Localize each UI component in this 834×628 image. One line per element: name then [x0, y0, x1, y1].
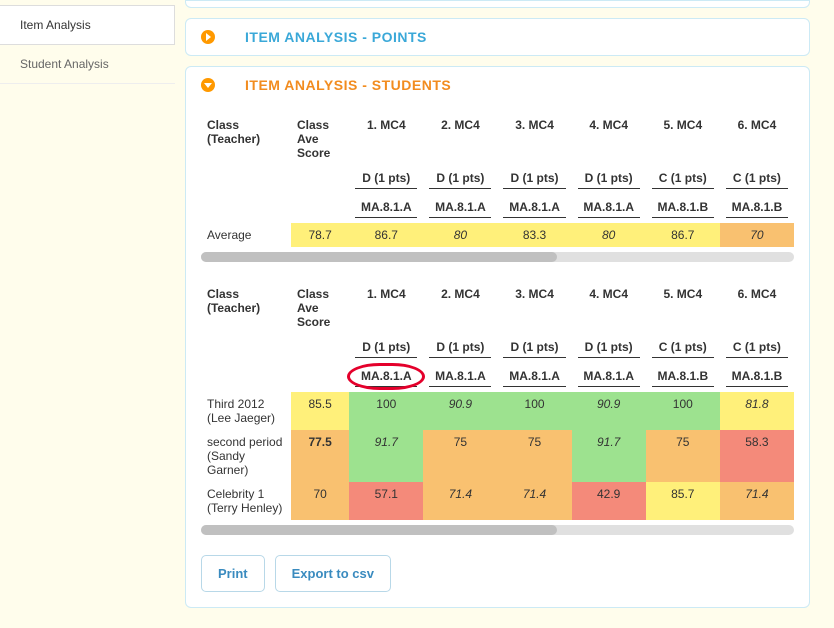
- std2-q1[interactable]: MA.8.1.A: [355, 369, 417, 387]
- cell-avg-score: 78.7: [291, 223, 349, 247]
- table-classes: Class (Teacher) Class Ave Score 1. MC4 2…: [201, 282, 794, 520]
- cell-class-1: second period (Sandy Garner): [201, 430, 291, 482]
- std-q6: MA.8.1.B: [726, 200, 788, 218]
- cell-class-2: Celebrity 1 (Terry Henley): [201, 482, 291, 520]
- cell-0-2: 100: [497, 392, 571, 430]
- cell-2-4: 85.7: [646, 482, 720, 520]
- key-q3: D (1 pts): [503, 171, 565, 189]
- cell-1-5: 58.3: [720, 430, 794, 482]
- chevron-right-icon: [201, 30, 215, 44]
- hdr-q4: 4. MC4: [572, 113, 646, 165]
- std-q4: MA.8.1.A: [578, 200, 640, 218]
- std2-q2[interactable]: MA.8.1.A: [429, 369, 491, 387]
- cell-2-0: 57.1: [349, 482, 423, 520]
- key2-q4: D (1 pts): [578, 340, 640, 358]
- hdr-q3: 3. MC4: [497, 113, 571, 165]
- print-button[interactable]: Print: [201, 555, 265, 592]
- hdr2-q2: 2. MC4: [423, 282, 497, 334]
- hdr2-q3: 3. MC4: [497, 282, 571, 334]
- key-q2: D (1 pts): [429, 171, 491, 189]
- hdr2-avg-score: Class Ave Score: [291, 282, 349, 334]
- cell-avg-5: 86.7: [646, 223, 720, 247]
- export-csv-button[interactable]: Export to csv: [275, 555, 391, 592]
- cell-avg-1: 86.7: [349, 223, 423, 247]
- hdr2-q5: 5. MC4: [646, 282, 720, 334]
- cell-avg-label: Average: [201, 223, 291, 247]
- table-row: Third 2012 (Lee Jaeger) 85.5 100 90.9 10…: [201, 392, 794, 430]
- panel-points-title: ITEM ANALYSIS - POINTS: [245, 29, 427, 45]
- panel-students-header[interactable]: ITEM ANALYSIS - STUDENTS: [186, 67, 809, 103]
- key2-q1: D (1 pts): [355, 340, 417, 358]
- key2-q6: C (1 pts): [726, 340, 788, 358]
- cell-score-0: 85.5: [291, 392, 349, 430]
- cell-0-0: 100: [349, 392, 423, 430]
- cell-1-0: 91.7: [349, 430, 423, 482]
- cell-0-1: 90.9: [423, 392, 497, 430]
- cell-score-2: 70: [291, 482, 349, 520]
- key-q6: C (1 pts): [726, 171, 788, 189]
- sidebar-item-student-analysis[interactable]: Student Analysis: [0, 45, 175, 84]
- sidebar-item-item-analysis[interactable]: Item Analysis: [0, 5, 175, 45]
- table-average: Class (Teacher) Class Ave Score 1. MC4 2…: [201, 113, 794, 247]
- cell-avg-4: 80: [572, 223, 646, 247]
- cell-score-1: 77.5: [291, 430, 349, 482]
- cell-2-2: 71.4: [497, 482, 571, 520]
- cell-0-5: 81.8: [720, 392, 794, 430]
- std2-q6[interactable]: MA.8.1.B: [726, 369, 788, 387]
- cell-1-1: 75: [423, 430, 497, 482]
- std-q3: MA.8.1.A: [503, 200, 565, 218]
- cell-1-4: 75: [646, 430, 720, 482]
- panel-students-title: ITEM ANALYSIS - STUDENTS: [245, 77, 451, 93]
- hdr2-q4: 4. MC4: [572, 282, 646, 334]
- cell-avg-6: 70: [720, 223, 794, 247]
- cell-2-3: 42.9: [572, 482, 646, 520]
- key-q5: C (1 pts): [652, 171, 714, 189]
- hdr2-q1: 1. MC4: [349, 282, 423, 334]
- cell-0-4: 100: [646, 392, 720, 430]
- std2-q3[interactable]: MA.8.1.A: [503, 369, 565, 387]
- row-average: Average 78.7 86.7 80 83.3 80 86.7 70: [201, 223, 794, 247]
- hdr2-class: Class (Teacher): [201, 282, 291, 334]
- sidebar: Item Analysis Student Analysis: [0, 0, 175, 628]
- cell-0-3: 90.9: [572, 392, 646, 430]
- panel-students: ITEM ANALYSIS - STUDENTS Class (Teacher)…: [185, 66, 810, 608]
- key-q1: D (1 pts): [355, 171, 417, 189]
- hdr-q5: 5. MC4: [646, 113, 720, 165]
- hdr-class: Class (Teacher): [201, 113, 291, 165]
- chevron-down-icon: [201, 78, 215, 92]
- std-q5: MA.8.1.B: [652, 200, 714, 218]
- panel-stub: [185, 0, 810, 8]
- cell-2-5: 71.4: [720, 482, 794, 520]
- key-q4: D (1 pts): [578, 171, 640, 189]
- hdr-q1: 1. MC4: [349, 113, 423, 165]
- panel-points: ITEM ANALYSIS - POINTS: [185, 18, 810, 56]
- cell-avg-3: 83.3: [497, 223, 571, 247]
- cell-1-3: 91.7: [572, 430, 646, 482]
- cell-class-0: Third 2012 (Lee Jaeger): [201, 392, 291, 430]
- hdr-q6: 6. MC4: [720, 113, 794, 165]
- panel-points-header[interactable]: ITEM ANALYSIS - POINTS: [186, 19, 809, 55]
- key2-q3: D (1 pts): [503, 340, 565, 358]
- scrollbar-table2[interactable]: [201, 525, 794, 535]
- hdr2-q6: 6. MC4: [720, 282, 794, 334]
- key2-q2: D (1 pts): [429, 340, 491, 358]
- main-content: ITEM ANALYSIS - POINTS ITEM ANALYSIS - S…: [175, 0, 820, 628]
- cell-avg-2: 80: [423, 223, 497, 247]
- scrollbar-table1[interactable]: [201, 252, 794, 262]
- cell-1-2: 75: [497, 430, 571, 482]
- hdr-avg-score: Class Ave Score: [291, 113, 349, 165]
- cell-2-1: 71.4: [423, 482, 497, 520]
- std-q1: MA.8.1.A: [355, 200, 417, 218]
- table-row: Celebrity 1 (Terry Henley) 70 57.1 71.4 …: [201, 482, 794, 520]
- std2-q4[interactable]: MA.8.1.A: [578, 369, 640, 387]
- std2-q5[interactable]: MA.8.1.B: [652, 369, 714, 387]
- key2-q5: C (1 pts): [652, 340, 714, 358]
- table-row: second period (Sandy Garner) 77.5 91.7 7…: [201, 430, 794, 482]
- hdr-q2: 2. MC4: [423, 113, 497, 165]
- std-q2: MA.8.1.A: [429, 200, 491, 218]
